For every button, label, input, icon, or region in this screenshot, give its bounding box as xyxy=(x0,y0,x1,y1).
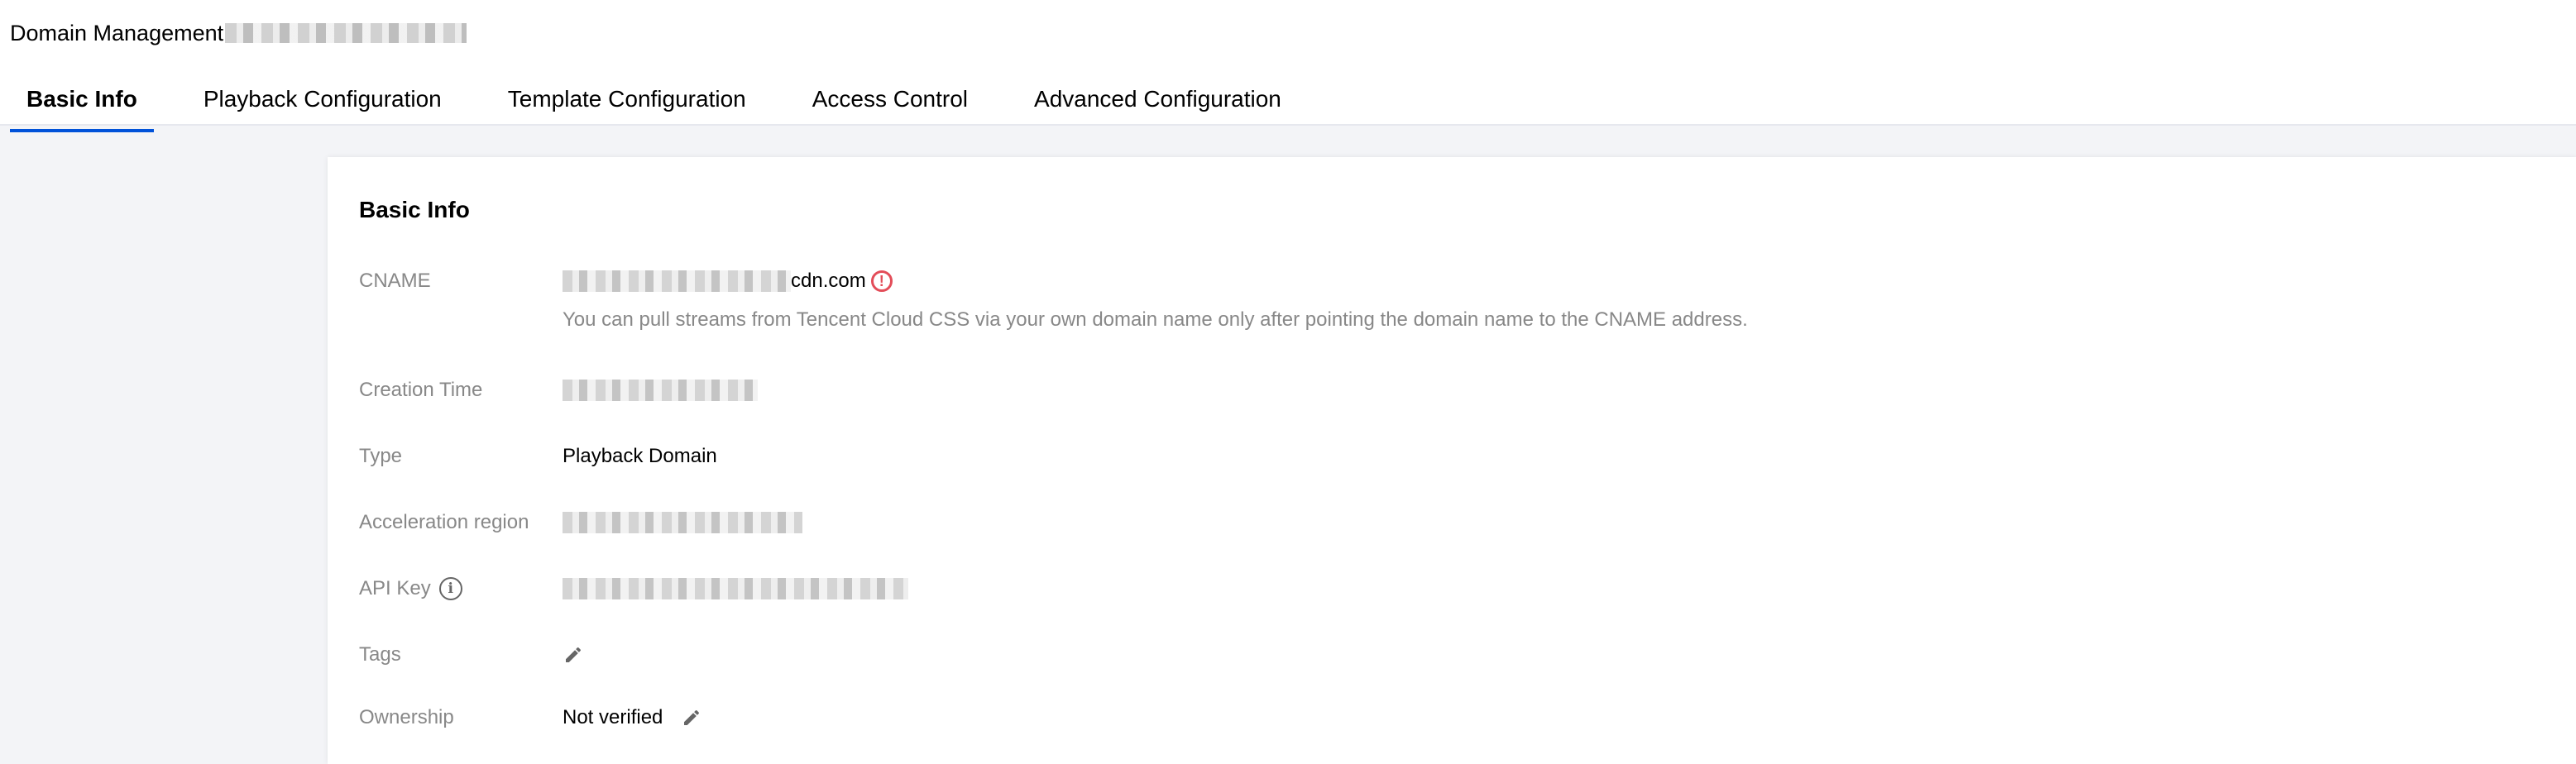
blurred-creation-time xyxy=(563,380,758,401)
top-header: Domain Management Basic Info Playback Co… xyxy=(0,0,2576,132)
pencil-icon xyxy=(566,647,582,662)
ownership-row: Ownership Not verified xyxy=(359,701,702,734)
creation-time-row: Creation Time xyxy=(359,374,758,407)
type-label: Type xyxy=(359,445,403,467)
ownership-label: Ownership xyxy=(359,706,454,728)
acceleration-region-row: Acceleration region xyxy=(359,506,802,539)
ownership-status: Not verified xyxy=(563,706,663,728)
tags-value xyxy=(563,644,584,666)
blurred-api-key xyxy=(563,578,908,599)
tags-label: Tags xyxy=(359,643,401,666)
cname-row: CNAME cdn.com ! xyxy=(359,265,893,298)
tab-basic-info[interactable]: Basic Info xyxy=(10,83,154,132)
page-title-text: Domain Management xyxy=(10,21,224,45)
cname-label: CNAME xyxy=(359,270,431,292)
type-value: Playback Domain xyxy=(563,445,717,467)
tab-template-configuration[interactable]: Template Configuration xyxy=(491,83,763,124)
acceleration-region-label: Acceleration region xyxy=(359,511,529,533)
tags-row: Tags xyxy=(359,638,584,671)
blurred-cname-prefix xyxy=(563,270,791,292)
type-row: Type Playback Domain xyxy=(359,440,717,473)
tags-edit-pencil-icon[interactable] xyxy=(563,644,584,666)
api-key-row: API Key i xyxy=(359,572,908,605)
acceleration-region-value xyxy=(563,512,802,533)
api-key-value xyxy=(563,578,908,599)
info-circle-icon[interactable]: i xyxy=(438,577,462,600)
ownership-value: Not verified xyxy=(563,706,702,729)
basic-info-card: Basic Info CNAME cdn.com ! You can pull … xyxy=(328,157,2576,764)
creation-time-label: Creation Time xyxy=(359,379,483,401)
tab-advanced-configuration[interactable]: Advanced Configuration xyxy=(1017,83,1298,124)
blurred-domain-name xyxy=(225,23,467,43)
cname-suffix: cdn.com xyxy=(791,270,866,292)
api-key-label: API Key xyxy=(359,577,431,599)
exclamation-circle-icon[interactable]: ! xyxy=(870,270,893,292)
tab-access-control[interactable]: Access Control xyxy=(796,83,984,124)
ownership-edit-pencil-icon[interactable] xyxy=(681,707,702,728)
api-key-label-wrap: API Key i xyxy=(359,577,563,600)
page-title: Domain Management xyxy=(10,18,467,48)
cname-hint: You can pull streams from Tencent Cloud … xyxy=(563,308,1748,331)
cname-value: cdn.com ! xyxy=(563,270,893,293)
pencil-icon xyxy=(684,709,700,725)
blurred-acceleration-region xyxy=(563,512,802,533)
tab-playback-configuration[interactable]: Playback Configuration xyxy=(187,83,458,124)
creation-time-value xyxy=(563,380,758,401)
card-title: Basic Info xyxy=(359,197,470,222)
tab-bar: Basic Info Playback Configuration Templa… xyxy=(10,83,1331,132)
